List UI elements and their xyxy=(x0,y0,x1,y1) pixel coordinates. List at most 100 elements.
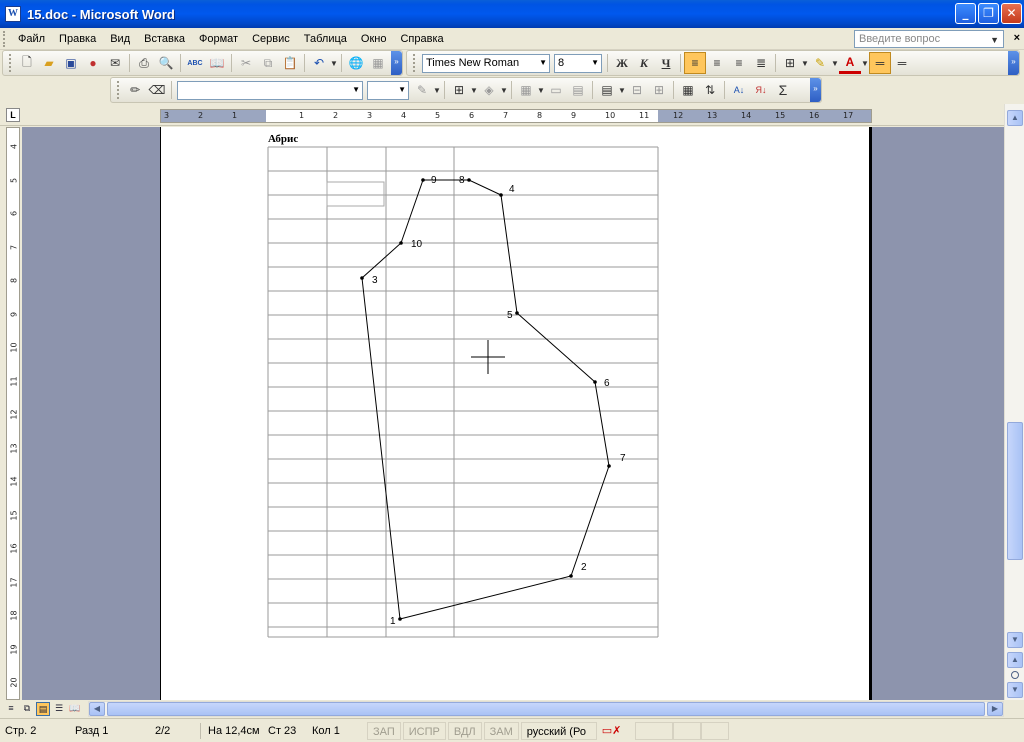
outside-border-icon[interactable]: ⊞ xyxy=(448,79,470,101)
line-weight-icon[interactable]: ═ xyxy=(891,52,913,74)
status-language[interactable]: русский (Ро xyxy=(520,721,597,740)
shading-dropdown-icon[interactable]: ▼ xyxy=(500,86,508,95)
menu-help[interactable]: Справка xyxy=(393,31,450,47)
distribute-rows-icon[interactable]: ⊟ xyxy=(626,79,648,101)
split-cells-icon[interactable]: ▤ xyxy=(567,79,589,101)
menu-format[interactable]: Формат xyxy=(192,31,245,47)
word-app-icon[interactable]: W xyxy=(5,6,21,22)
scroll-right-icon[interactable]: ▶ xyxy=(987,702,1003,716)
merge-cells-icon[interactable]: ▭ xyxy=(545,79,567,101)
line-style-select[interactable]: ▼ xyxy=(177,80,363,100)
menu-table[interactable]: Таблица xyxy=(297,31,354,47)
bold-button[interactable]: Ж xyxy=(611,52,633,74)
close-button[interactable]: ✕ xyxy=(1001,3,1022,24)
permission-icon[interactable]: ● xyxy=(82,52,104,74)
print-layout-icon[interactable]: ▤ xyxy=(36,702,50,716)
chevron-down-icon[interactable]: ▼ xyxy=(990,35,999,45)
cut-icon[interactable]: ✂ xyxy=(235,52,257,74)
hyperlink-icon[interactable]: 🌐 xyxy=(345,52,367,74)
select-browse-object-icon[interactable] xyxy=(1011,671,1019,679)
borders-dropdown-icon[interactable]: ▼ xyxy=(801,59,809,68)
menu-edit[interactable]: Правка xyxy=(52,31,103,47)
align-cell-icon[interactable]: ▤ xyxy=(596,79,618,101)
email-icon[interactable]: ✉ xyxy=(104,52,126,74)
chevron-down-icon[interactable]: ▼ xyxy=(352,85,360,94)
menu-file[interactable]: Файл xyxy=(11,31,52,47)
reading-layout-icon[interactable]: 📖 xyxy=(68,702,82,716)
new-document-icon[interactable]: 🗋 xyxy=(16,52,38,74)
table-autoformat-icon[interactable]: ▦ xyxy=(677,79,699,101)
vertical-ruler[interactable]: 4 5 6 7 8 9 10 11 12 13 14 15 16 17 18 19 20 xyxy=(6,127,20,700)
outside-border-dropdown-icon[interactable]: ▼ xyxy=(470,86,478,95)
outline-view-icon[interactable]: ☰ xyxy=(52,702,66,716)
borders-icon[interactable]: ⊞ xyxy=(779,52,801,74)
close-document-icon[interactable]: × xyxy=(1014,32,1020,44)
chevron-down-icon[interactable]: ▼ xyxy=(539,58,547,67)
font-name-select[interactable]: Times New Roman ▼ xyxy=(422,53,550,73)
horizontal-scrollbar[interactable]: ◀ ▶ xyxy=(88,701,1004,717)
paste-icon[interactable]: 📋 xyxy=(279,52,301,74)
distribute-columns-icon[interactable]: ⊞ xyxy=(648,79,670,101)
undo-icon[interactable]: ↶ xyxy=(308,52,330,74)
status-ext[interactable]: ВДЛ xyxy=(447,721,482,740)
previous-page-icon[interactable]: ▲ xyxy=(1007,652,1023,668)
ask-question-input[interactable]: Введите вопрос ▼ xyxy=(854,30,1004,48)
research-icon[interactable]: 📖 xyxy=(206,52,228,74)
document-page[interactable]: 9 8 4 10 3 5 6 7 2 1 Абрис xyxy=(160,127,872,700)
toolbar-grip[interactable] xyxy=(117,81,120,99)
line-style-icon[interactable]: ═ xyxy=(869,52,891,74)
copy-icon[interactable]: ⧉ xyxy=(257,52,279,74)
scroll-down-icon[interactable]: ▼ xyxy=(1007,632,1023,648)
document-area[interactable]: 9 8 4 10 3 5 6 7 2 1 Абрис xyxy=(22,127,1004,700)
underline-button[interactable]: Ч xyxy=(655,52,677,74)
sort-ascending-icon[interactable]: А↓ xyxy=(728,79,750,101)
eraser-icon[interactable]: ⌫ xyxy=(146,79,168,101)
next-page-icon[interactable]: ▼ xyxy=(1007,682,1023,698)
menu-insert[interactable]: Вставка xyxy=(137,31,192,47)
scroll-left-icon[interactable]: ◀ xyxy=(89,702,105,716)
horizontal-scroll-thumb[interactable] xyxy=(107,702,985,716)
status-ovr[interactable]: ЗАМ xyxy=(483,721,519,740)
spelling-status-icon[interactable]: ▭✗ xyxy=(597,722,635,740)
table-icon[interactable]: ▦ xyxy=(367,52,389,74)
chevron-down-icon[interactable]: ▼ xyxy=(398,85,406,94)
menu-window[interactable]: Окно xyxy=(354,31,394,47)
undo-dropdown-icon[interactable]: ▼ xyxy=(330,59,338,68)
menu-view[interactable]: Вид xyxy=(103,31,137,47)
tab-stop-selector[interactable]: L xyxy=(6,108,20,122)
autosum-icon[interactable]: Σ xyxy=(772,79,794,101)
chevron-down-icon[interactable]: ▼ xyxy=(591,58,599,67)
web-layout-icon[interactable]: ⧉ xyxy=(20,702,34,716)
border-color-icon[interactable]: ✎ xyxy=(411,79,433,101)
font-color-icon[interactable]: A xyxy=(839,52,861,74)
draw-table-icon[interactable]: ✏ xyxy=(124,79,146,101)
insert-table-dropdown-icon[interactable]: ▼ xyxy=(537,86,545,95)
line-weight-select[interactable]: ▼ xyxy=(367,80,409,100)
toolbar-options-icon[interactable]: » xyxy=(391,51,402,75)
print-icon[interactable]: ⎙ xyxy=(133,52,155,74)
sort-descending-icon[interactable]: Я↓ xyxy=(750,79,772,101)
toolbar-options-icon[interactable]: » xyxy=(1008,51,1019,75)
open-folder-icon[interactable]: ▰ xyxy=(38,52,60,74)
scroll-up-icon[interactable]: ▲ xyxy=(1007,110,1023,126)
border-color-dropdown-icon[interactable]: ▼ xyxy=(433,86,441,95)
highlight-dropdown-icon[interactable]: ▼ xyxy=(831,59,839,68)
spelling-icon[interactable]: ABC xyxy=(184,52,206,74)
normal-view-icon[interactable]: ≡ xyxy=(4,702,18,716)
insert-table-icon[interactable]: ▦ xyxy=(515,79,537,101)
italic-button[interactable]: К xyxy=(633,52,655,74)
horizontal-ruler[interactable]: 3 2 1 1 2 3 4 5 6 7 8 9 10 11 12 13 14 15 16 17 xyxy=(160,109,872,123)
text-direction-icon[interactable]: ⇅ xyxy=(699,79,721,101)
align-left-icon[interactable]: ≡ xyxy=(684,52,706,74)
toolbar-grip[interactable] xyxy=(9,54,12,72)
font-size-select[interactable]: 8 ▼ xyxy=(554,53,602,73)
align-center-icon[interactable]: ≡ xyxy=(706,52,728,74)
status-rec[interactable]: ЗАП xyxy=(367,721,401,740)
restore-button[interactable]: ❐ xyxy=(978,3,999,24)
shading-color-icon[interactable]: ◈ xyxy=(478,79,500,101)
status-track[interactable]: ИСПР xyxy=(402,721,446,740)
menu-grip[interactable] xyxy=(3,30,7,47)
justify-icon[interactable]: ≣ xyxy=(750,52,772,74)
save-icon[interactable]: ▣ xyxy=(60,52,82,74)
highlight-icon[interactable]: ✎ xyxy=(809,52,831,74)
